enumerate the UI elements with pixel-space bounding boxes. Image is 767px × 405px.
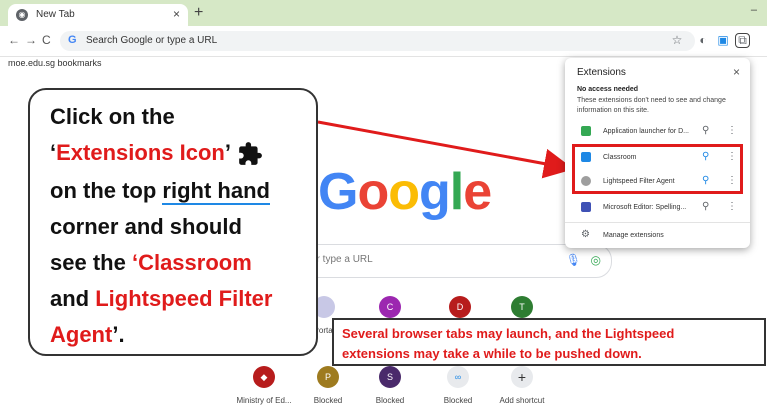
- manage-extensions-label: Manage extensions: [603, 232, 664, 239]
- extensions-menu-title: Extensions: [577, 67, 626, 78]
- extension-item[interactable]: Microsoft Editor: Spelling... ⚲ ⋮: [565, 198, 750, 218]
- manage-extensions-item[interactable]: ⚙ Manage extensions: [565, 226, 750, 246]
- extension-item[interactable]: Application launcher for D... ⚲ ⋮: [565, 122, 750, 142]
- highlight-box: [572, 144, 743, 194]
- puzzle-piece-icon: [239, 142, 262, 166]
- callout-line: see the ‘Classroom: [50, 250, 252, 276]
- pin-icon[interactable]: ⚲: [702, 125, 709, 136]
- divider: [565, 222, 750, 223]
- extension-icon: [581, 126, 591, 136]
- section-description: These extensions don't need to see and c…: [577, 97, 726, 114]
- callout-line: on the top right hand: [50, 178, 270, 205]
- callout-text: on the top: [50, 178, 163, 203]
- callout-text: and: [50, 286, 96, 311]
- callout-line: Click on the: [50, 104, 175, 129]
- callout-line: and Lightspeed Filter: [50, 286, 272, 312]
- extensions-icon-text: Extensions Icon: [56, 140, 225, 165]
- extension-name: Application launcher for D...: [603, 128, 689, 135]
- callout-line: Agent’.: [50, 322, 125, 348]
- note-line: extensions may take a while to be pushed…: [342, 346, 642, 361]
- pin-icon[interactable]: ⚲: [702, 201, 709, 212]
- quote-close: ’: [224, 140, 231, 165]
- callout-line: ‘Extensions Icon’: [50, 140, 263, 167]
- instruction-callout: Click on the ‘Extensions Icon’ on the to…: [28, 88, 318, 356]
- gear-icon: ⚙: [581, 229, 590, 240]
- classroom-text: Classroom: [138, 250, 252, 275]
- agent-text: Agent: [50, 322, 113, 347]
- close-icon[interactable]: ×: [733, 65, 740, 79]
- section-heading: No access needed: [577, 86, 639, 93]
- note-line: Several browser tabs may launch, and the…: [342, 326, 675, 341]
- note-box: Several browser tabs may launch, and the…: [332, 318, 766, 366]
- more-options-icon[interactable]: ⋮: [727, 201, 737, 212]
- callout-text: see the: [50, 250, 132, 275]
- callout-text: ’.: [112, 322, 125, 347]
- callout-underline-text: right hand: [162, 178, 270, 205]
- more-options-icon[interactable]: ⋮: [727, 125, 737, 136]
- callout-line: corner and should: [50, 214, 242, 239]
- extension-icon: [581, 202, 591, 212]
- extension-name: Microsoft Editor: Spelling...: [603, 204, 687, 211]
- lightspeed-text: Lightspeed Filter: [95, 286, 273, 311]
